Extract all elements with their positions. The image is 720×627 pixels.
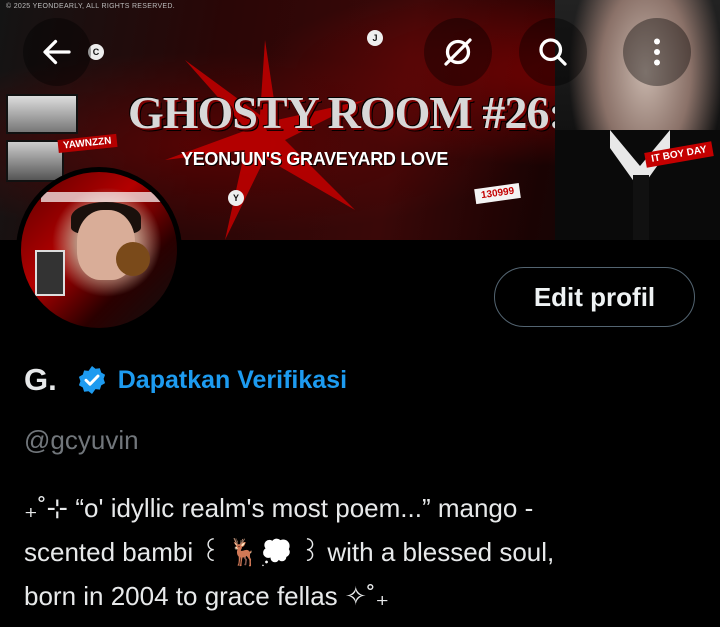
get-verified-link[interactable]: Dapatkan Verifikasi: [118, 366, 347, 395]
banner-letter-j: J: [367, 30, 383, 46]
bio-line: scented bambi ꒰ 🦌💭 ꒱ with a blessed soul…: [24, 537, 555, 567]
verified-badge-icon[interactable]: [76, 364, 108, 396]
banner-subtitle: YEONJUN'S GRAVEYARD LOVE: [181, 149, 449, 169]
mute-notifications-button[interactable]: [424, 18, 492, 86]
display-name: G.: [24, 362, 57, 397]
bio-line: ₊˚⊹ “o' idyllic realm's most poem...” ma…: [24, 493, 534, 523]
profile-handle: @gcyuvin: [24, 425, 139, 455]
search-button[interactable]: [519, 18, 587, 86]
avatar[interactable]: [16, 167, 182, 333]
banner-film-photo: [6, 94, 78, 134]
bio-line: born in 2004 to grace fellas ✧˚₊: [24, 581, 390, 611]
banner-burst-graphic: [165, 40, 365, 240]
back-button[interactable]: [23, 18, 91, 86]
notifications-off-icon: [444, 38, 472, 66]
search-icon: [539, 38, 567, 66]
banner-copyright: © 2025 YEONDEARLY, ALL RIGHTS RESERVED.: [6, 3, 175, 10]
arrow-left-icon: [43, 39, 71, 65]
banner-title: GHOSTY ROOM #26:: [128, 87, 564, 138]
banner-tag-yawnzzn: YAWNZZN: [57, 133, 118, 154]
profile-name-row: G. Dapatkan Verifikasi: [24, 360, 347, 400]
banner-tag-number: 130999: [474, 182, 522, 205]
banner-film-photo: [6, 140, 64, 182]
profile-bio: ₊˚⊹ “o' idyllic realm's most poem...” ma…: [24, 486, 704, 618]
more-vertical-icon: [654, 38, 660, 66]
banner-letter-y: Y: [228, 190, 244, 206]
more-options-button[interactable]: [623, 18, 691, 86]
edit-profile-button[interactable]: Edit profil: [494, 267, 695, 327]
